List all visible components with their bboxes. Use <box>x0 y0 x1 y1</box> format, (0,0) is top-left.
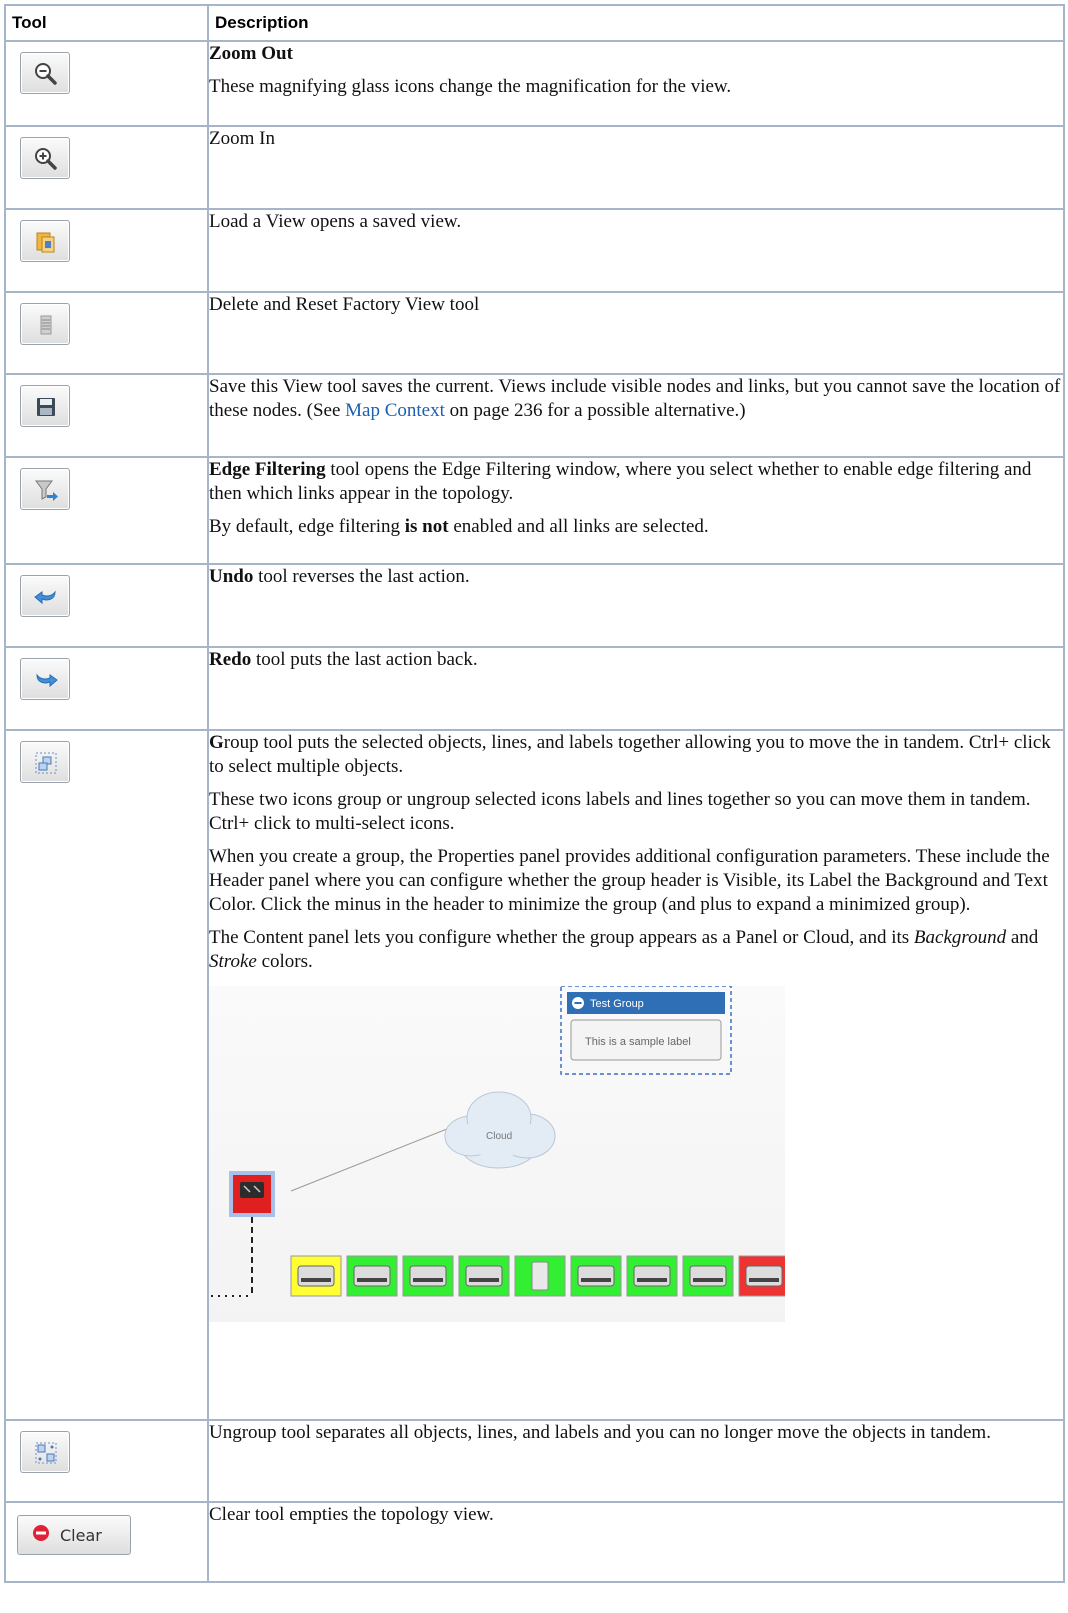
device-node <box>626 1255 678 1297</box>
ungroup-button[interactable] <box>20 1431 70 1473</box>
table-row-delete-reset: Delete and Reset Factory View tool <box>4 291 1065 375</box>
clear-button-label: Clear <box>60 1525 102 1545</box>
zoom-out-button[interactable] <box>20 52 70 94</box>
device-node <box>402 1255 454 1297</box>
zoom-out-icon <box>35 63 57 85</box>
group-title: Test Group <box>590 998 644 1010</box>
load-view-button[interactable] <box>20 220 70 262</box>
description-cell: Zoom Out These magnifying glass icons ch… <box>207 40 1065 127</box>
tool-cell <box>4 40 209 127</box>
row-text: Ungroup tool separates all objects, line… <box>209 1422 991 1443</box>
redo-icon <box>36 673 58 688</box>
tool-cell <box>4 563 209 648</box>
description-cell: Zoom In <box>207 125 1065 210</box>
save-view-button[interactable] <box>20 385 70 427</box>
table-row-redo: Redo tool puts the last action back. <box>4 646 1065 731</box>
description-cell: Undo tool reverses the last action. <box>207 563 1065 648</box>
device-node <box>346 1255 398 1297</box>
description-cell: Group tool puts the selected objects, li… <box>207 729 1065 1421</box>
group-button[interactable] <box>20 741 70 783</box>
table-row-ungroup: Ungroup tool separates all objects, line… <box>4 1419 1065 1503</box>
row-title: Zoom Out <box>209 43 293 64</box>
tool-cell <box>4 729 209 1421</box>
topology-canvas: Test Group This is a sample label Cloud <box>211 985 790 1297</box>
delete-reset-button[interactable] <box>20 303 70 345</box>
table-row-undo: Undo tool reverses the last action. <box>4 563 1065 648</box>
description-cell: Ungroup tool separates all objects, line… <box>207 1419 1065 1503</box>
tool-cell <box>4 125 209 210</box>
row-text: Load a View opens a saved view. <box>209 211 462 232</box>
row-text: These two icons group or ungroup selecte… <box>209 789 1031 834</box>
table-row-group: Group tool puts the selected objects, li… <box>4 729 1065 1421</box>
redo-button[interactable] <box>20 658 70 700</box>
tool-cell <box>4 1419 209 1503</box>
table-row-load-view: Load a View opens a saved view. <box>4 208 1065 293</box>
table-header-row: Tool Description <box>4 4 1065 42</box>
ungroup-icon <box>35 1442 57 1464</box>
clear-icon <box>32 1524 50 1546</box>
group-icon <box>35 752 57 774</box>
tool-cell <box>4 373 209 458</box>
undo-icon <box>34 590 56 605</box>
clear-button[interactable]: Clear <box>17 1515 131 1555</box>
group-example-screenshot: Test Group This is a sample label Cloud <box>209 985 790 1322</box>
row-text: The Content panel lets you configure whe… <box>209 927 1039 972</box>
cloud-shape <box>444 1091 556 1169</box>
tool-cell <box>4 456 209 565</box>
table-row-clear: Clear Clear tool empties the topology vi… <box>4 1501 1065 1583</box>
description-cell: Delete and Reset Factory View tool <box>207 291 1065 375</box>
node-row <box>290 1255 790 1297</box>
topology-link <box>290 1120 468 1192</box>
device-node <box>290 1255 342 1297</box>
row-text: Delete and Reset Factory View tool <box>209 294 480 315</box>
load-view-icon <box>36 232 55 253</box>
device-node <box>570 1255 622 1297</box>
tool-cell <box>4 646 209 731</box>
device-node <box>458 1255 510 1297</box>
description-cell: Clear tool empties the topology view. <box>207 1501 1065 1583</box>
tool-cell <box>4 291 209 375</box>
table-row-zoom-in: Zoom In <box>4 125 1065 210</box>
description-cell: Edge Filtering tool opens the Edge Filte… <box>207 456 1065 565</box>
row-note: By default, edge filtering is not enable… <box>209 516 709 537</box>
row-text: Zoom In <box>209 128 275 149</box>
tool-column-header: Tool <box>4 4 209 42</box>
row-text: When you create a group, the Properties … <box>209 846 1050 915</box>
zoom-in-icon <box>35 148 57 170</box>
table-row-edge-filtering: Edge Filtering tool opens the Edge Filte… <box>4 456 1065 565</box>
tool-cell <box>4 208 209 293</box>
device-node <box>514 1255 566 1297</box>
row-text: Group tool puts the selected objects, li… <box>209 732 1051 777</box>
zoom-in-button[interactable] <box>20 137 70 179</box>
row-text: Redo tool puts the last action back. <box>209 649 478 670</box>
undo-button[interactable] <box>20 575 70 617</box>
tool-cell: Clear <box>4 1501 209 1583</box>
row-text: Clear tool empties the topology view. <box>209 1504 494 1525</box>
table-row-save-view: Save this View tool saves the current. V… <box>4 373 1065 458</box>
tool-table: Tool Description Zoom Out These magnifyi… <box>4 4 1065 1583</box>
map-context-link[interactable]: Map Context <box>345 400 445 421</box>
save-icon <box>37 398 55 416</box>
group-label: This is a sample label <box>585 1036 691 1048</box>
row-text: Edge Filtering tool opens the Edge Filte… <box>209 459 1032 504</box>
row-text: These magnifying glass icons change the … <box>209 76 732 97</box>
cloud-label: Cloud <box>486 1131 512 1142</box>
delete-reset-icon <box>40 315 52 335</box>
row-text: Save this View tool saves the current. V… <box>209 376 1061 421</box>
row-text: Undo tool reverses the last action. <box>209 566 470 587</box>
description-cell: Load a View opens a saved view. <box>207 208 1065 293</box>
description-cell: Save this View tool saves the current. V… <box>207 373 1065 458</box>
edge-filter-button[interactable] <box>20 468 70 510</box>
table-row-zoom-out: Zoom Out These magnifying glass icons ch… <box>4 40 1065 127</box>
device-node <box>738 1255 790 1297</box>
device-node <box>682 1255 734 1297</box>
description-column-header: Description <box>207 4 1065 42</box>
edge-filter-icon <box>35 480 58 501</box>
description-cell: Redo tool puts the last action back. <box>207 646 1065 731</box>
